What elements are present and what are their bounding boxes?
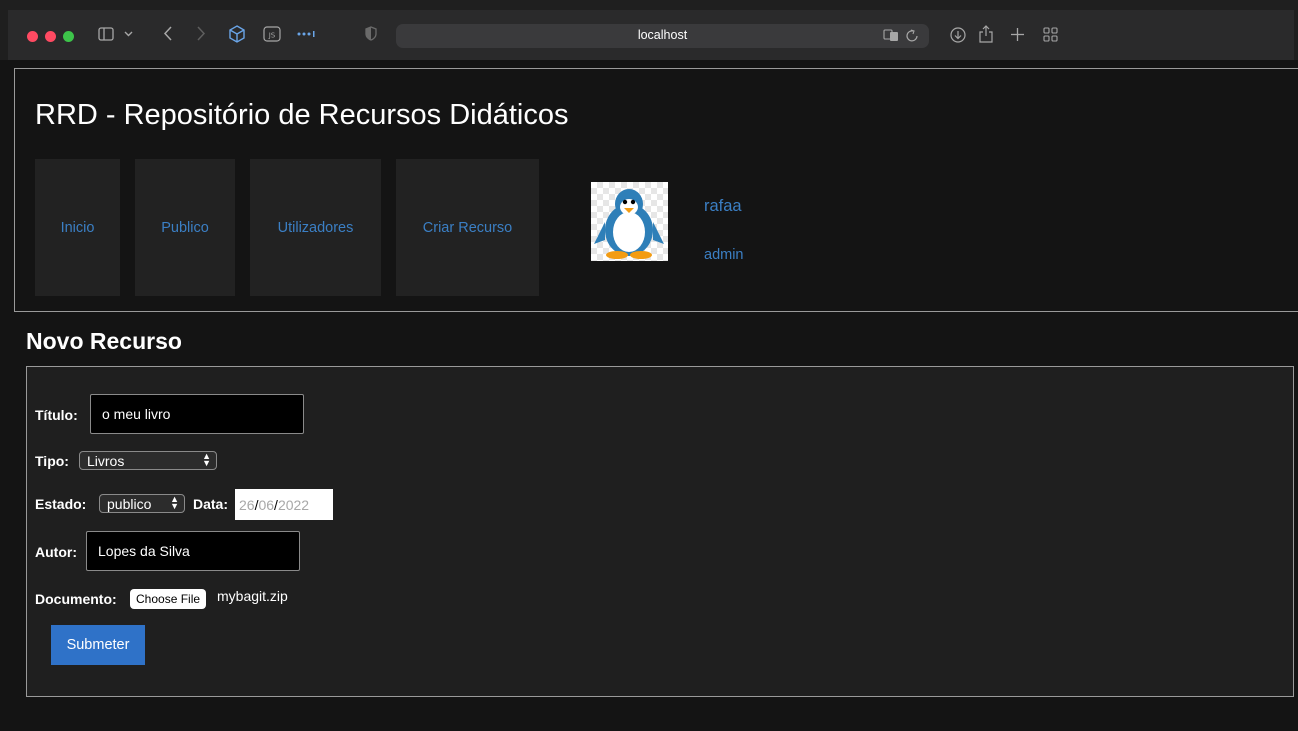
tipo-select[interactable]: Livros ▲ ▼ bbox=[79, 451, 217, 470]
tipo-select-value: Livros bbox=[87, 452, 125, 469]
documento-label: Documento: bbox=[35, 591, 117, 607]
minimize-window-button[interactable] bbox=[45, 31, 56, 42]
nav-inicio[interactable]: Inicio bbox=[35, 159, 120, 296]
submit-button[interactable]: Submeter bbox=[51, 625, 145, 665]
site-title: RRD - Repositório de Recursos Didáticos bbox=[35, 99, 569, 131]
new-resource-form: Título: o meu livro Tipo: Livros ▲ ▼ Esta… bbox=[26, 366, 1294, 697]
section-title: Novo Recurso bbox=[26, 328, 182, 354]
svg-text:JS: JS bbox=[268, 32, 276, 40]
tipo-label: Tipo: bbox=[35, 453, 69, 469]
user-name-link[interactable]: rafaa bbox=[704, 197, 742, 216]
nav-utilizadores[interactable]: Utilizadores bbox=[250, 159, 381, 296]
browser-toolbar: JS localhost bbox=[0, 0, 1298, 60]
sidebar-icon[interactable] bbox=[98, 27, 114, 41]
translate-icon[interactable] bbox=[883, 28, 919, 45]
url-text: localhost bbox=[637, 28, 688, 42]
new-tab-icon[interactable] bbox=[1010, 27, 1025, 42]
estado-label: Estado: bbox=[35, 496, 87, 512]
data-label: Data: bbox=[193, 496, 229, 512]
estado-select-value: publico bbox=[107, 495, 152, 512]
autor-input[interactable]: Lopes da Silva bbox=[86, 531, 300, 571]
date-month[interactable]: 06 bbox=[258, 497, 274, 513]
close-window-button[interactable] bbox=[27, 31, 38, 42]
address-bar[interactable]: localhost bbox=[396, 24, 929, 48]
date-year[interactable]: 2022 bbox=[278, 497, 309, 513]
download-icon[interactable] bbox=[950, 27, 966, 43]
data-input[interactable]: 26/06/2022 bbox=[235, 489, 333, 520]
select-arrows-icon: ▲ ▼ bbox=[202, 451, 211, 468]
nav-criar-recurso[interactable]: Criar Recurso bbox=[396, 159, 539, 296]
share-icon[interactable] bbox=[979, 25, 993, 43]
zoom-window-button[interactable] bbox=[63, 31, 74, 42]
forward-icon[interactable] bbox=[196, 26, 206, 41]
date-day[interactable]: 26 bbox=[239, 497, 255, 513]
penguin-avatar-icon bbox=[594, 189, 664, 259]
more-icon[interactable] bbox=[296, 30, 316, 38]
estado-select[interactable]: publico ▲ ▼ bbox=[99, 494, 185, 513]
select-arrows-icon: ▲ ▼ bbox=[170, 494, 179, 511]
shield-icon[interactable] bbox=[365, 26, 377, 41]
site-header: RRD - Repositório de Recursos Didáticos … bbox=[14, 68, 1298, 312]
avatar bbox=[591, 182, 668, 261]
selected-file-name: mybagit.zip bbox=[217, 588, 288, 604]
chevron-down-icon[interactable] bbox=[124, 29, 133, 38]
titulo-input[interactable]: o meu livro bbox=[90, 394, 304, 434]
js-icon[interactable]: JS bbox=[263, 26, 281, 42]
tab-overview-icon[interactable] bbox=[1043, 27, 1058, 42]
page-content: RRD - Repositório de Recursos Didáticos … bbox=[8, 60, 1298, 731]
choose-file-button[interactable]: Choose File bbox=[130, 589, 207, 609]
extension-box-icon[interactable] bbox=[228, 25, 246, 43]
nav-publico[interactable]: Publico bbox=[135, 159, 235, 296]
user-role-link[interactable]: admin bbox=[704, 247, 744, 263]
back-icon[interactable] bbox=[163, 26, 173, 41]
autor-label: Autor: bbox=[35, 544, 77, 560]
titulo-label: Título: bbox=[35, 407, 78, 423]
